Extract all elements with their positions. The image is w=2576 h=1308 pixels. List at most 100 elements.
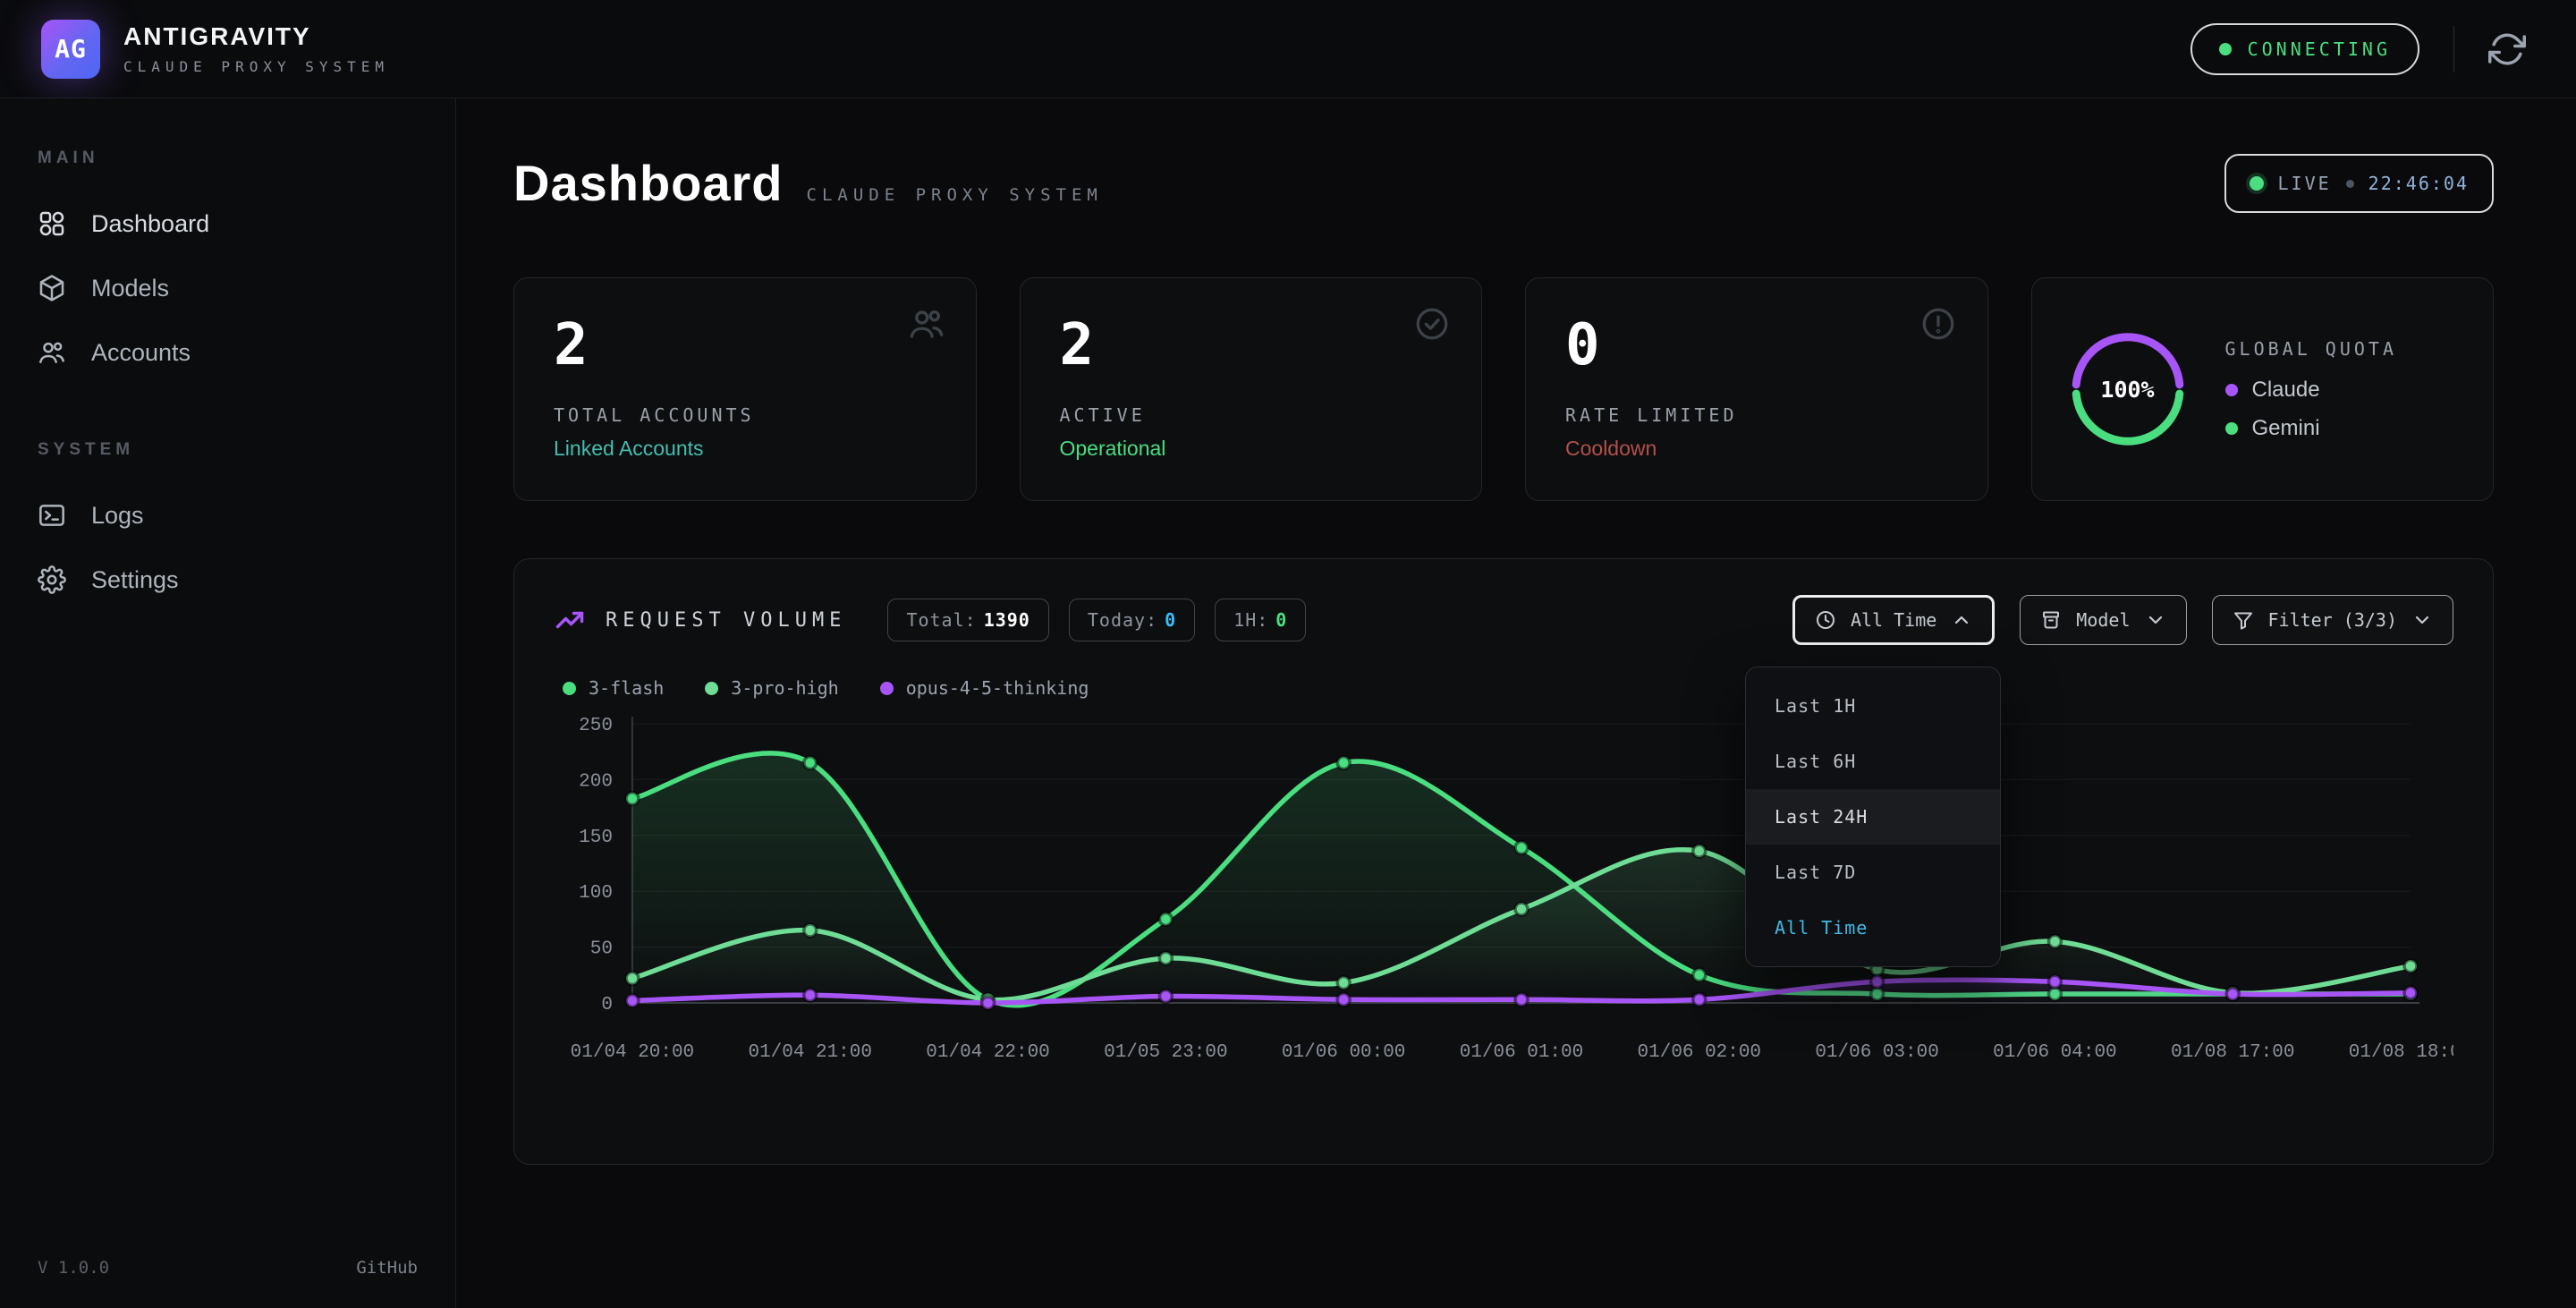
stat-value: 0 <box>1565 316 1948 376</box>
chart-point <box>626 995 639 1007</box>
stat-label: TOTAL ACCOUNTS <box>554 404 936 426</box>
sidebar-gap <box>0 385 455 440</box>
header-right: CONNECTING <box>2190 23 2526 75</box>
chart-legend-item: 3-pro-high <box>705 677 838 699</box>
page-title: Dashboard <box>513 154 784 212</box>
sidebar-item-logs[interactable]: Logs <box>0 483 455 548</box>
timerange-button[interactable]: All Time <box>1792 595 1995 645</box>
chart-point <box>804 924 817 937</box>
stat-sub: Cooldown <box>1565 437 1948 461</box>
live-clock: 22:46:04 <box>2368 173 2469 194</box>
legend-label: 3-flash <box>589 677 664 699</box>
legend-dot-icon <box>563 682 576 695</box>
stat-cards: 2 TOTAL ACCOUNTS Linked Accounts 2 ACTIV… <box>513 277 2494 501</box>
stat-sub: Linked Accounts <box>554 437 936 461</box>
app-logo: AG <box>41 20 100 79</box>
y-tick-label: 250 <box>579 716 613 736</box>
users-icon <box>908 305 945 343</box>
sidebar-item-accounts[interactable]: Accounts <box>0 320 455 385</box>
x-tick-label: 01/04 21:00 <box>748 1042 871 1063</box>
chart-point <box>982 997 995 1009</box>
dropdown-item[interactable]: Last 7D <box>1746 845 2000 900</box>
volume-stat-badge: Today:0 <box>1069 599 1195 641</box>
chart-point <box>1337 977 1350 989</box>
dropdown-item[interactable]: All Time <box>1746 900 2000 956</box>
legend-dot-icon <box>2225 384 2238 396</box>
sidebar-item-settings[interactable]: Settings <box>0 548 455 612</box>
x-tick-label: 01/06 03:00 <box>1815 1042 1938 1063</box>
legend-label: Gemini <box>2252 416 2320 441</box>
quota-info: GLOBAL QUOTA ClaudeGemini <box>2225 338 2398 441</box>
chart-point <box>2404 987 2417 999</box>
stat-card-total-accounts: 2 TOTAL ACCOUNTS Linked Accounts <box>513 277 977 501</box>
stat-card-active: 2 ACTIVE Operational <box>1020 277 1483 501</box>
chart-point <box>1159 990 1172 1003</box>
gear-icon <box>38 565 66 594</box>
brand-title: ANTIGRAVITY <box>123 22 389 51</box>
sidebar-item-label: Accounts <box>91 339 191 367</box>
dropdown-item[interactable]: Last 6H <box>1746 734 2000 789</box>
github-link[interactable]: GitHub <box>356 1258 418 1278</box>
chart-point <box>1515 842 1528 854</box>
stat-card-rate-limited: 0 RATE LIMITED Cooldown <box>1525 277 1988 501</box>
grid-icon <box>38 209 66 238</box>
sidebar-item-label: Dashboard <box>91 210 209 238</box>
filter-button[interactable]: Filter (3/3) <box>2212 595 2454 645</box>
chart-point <box>2048 935 2061 947</box>
panel-title-wrap: REQUEST VOLUME <box>554 604 846 636</box>
chart-point <box>1337 993 1350 1006</box>
volume-stat-badge: 1H: 0 <box>1215 599 1306 641</box>
request-volume-panel: REQUEST VOLUME Total:1390Today:01H:0 All… <box>513 558 2494 1165</box>
quota-legend: Claude Gemini <box>2225 378 2398 441</box>
sidebar-section-system: SYSTEM <box>38 440 455 460</box>
sidebar-item-dashboard[interactable]: Dashboard <box>0 191 455 256</box>
chart-point <box>1515 903 1528 915</box>
stat-value: 2 <box>1060 316 1443 376</box>
y-tick-label: 50 <box>590 939 613 960</box>
status-dot-icon <box>2219 43 2232 55</box>
badge-label: Today: <box>1088 609 1157 631</box>
app-header: AG ANTIGRAVITY CLAUDE PROXY SYSTEM CONNE… <box>0 0 2576 98</box>
model-button[interactable]: Model <box>2020 595 2186 645</box>
chevron-down-icon <box>2411 609 2433 631</box>
stat-label: RATE LIMITED <box>1565 404 1948 426</box>
x-tick-label: 01/05 23:00 <box>1104 1042 1227 1063</box>
x-tick-label: 01/06 01:00 <box>1460 1042 1583 1063</box>
sidebar-footer: V 1.0.0 GitHub <box>0 1258 455 1278</box>
dropdown-item[interactable]: Last 1H <box>1746 678 2000 734</box>
cube-icon <box>38 274 66 302</box>
chart-point <box>1159 952 1172 964</box>
dropdown-item[interactable]: Last 24H <box>1746 789 2000 845</box>
chart-point <box>804 989 817 1001</box>
chart-point <box>1159 913 1172 925</box>
sidebar-item-label: Settings <box>91 566 179 594</box>
quota-ring: 100% <box>2068 329 2188 449</box>
legend-label: Claude <box>2252 378 2320 403</box>
x-tick-label: 01/08 18:00 <box>2349 1042 2453 1063</box>
chevron-down-icon <box>2145 609 2166 631</box>
y-tick-label: 0 <box>601 995 613 1015</box>
connection-status-badge: CONNECTING <box>2190 23 2419 75</box>
sidebar-item-models[interactable]: Models <box>0 256 455 320</box>
x-tick-label: 01/06 00:00 <box>1282 1042 1405 1063</box>
main-content: Dashboard CLAUDE PROXY SYSTEM LIVE 22:46… <box>456 98 2576 1308</box>
live-dot-icon <box>2250 176 2264 191</box>
funnel-icon <box>2233 609 2254 631</box>
brand-subtitle: CLAUDE PROXY SYSTEM <box>123 58 389 75</box>
box-icon <box>2040 609 2062 631</box>
stat-sub: Operational <box>1060 437 1443 461</box>
x-tick-label: 01/06 02:00 <box>1638 1042 1761 1063</box>
legend-dot-icon <box>2225 422 2238 435</box>
volume-badges: Total:1390Today:01H:0 <box>887 599 1306 641</box>
panel-header: REQUEST VOLUME Total:1390Today:01H:0 All… <box>554 595 2453 645</box>
users-icon <box>38 338 66 367</box>
badge-label: 1H: <box>1233 609 1268 631</box>
sidebar-section-main: MAIN <box>38 149 455 168</box>
sidebar: MAIN Dashboard Models Accounts SYSTEM <box>0 98 456 1308</box>
refresh-icon[interactable] <box>2488 30 2526 68</box>
badge-value: 0 <box>1275 609 1287 631</box>
filter-label: Filter (3/3) <box>2268 609 2398 631</box>
y-tick-label: 100 <box>579 883 613 904</box>
x-tick-label: 01/04 22:00 <box>926 1042 1049 1063</box>
legend-dot-icon <box>880 682 894 695</box>
